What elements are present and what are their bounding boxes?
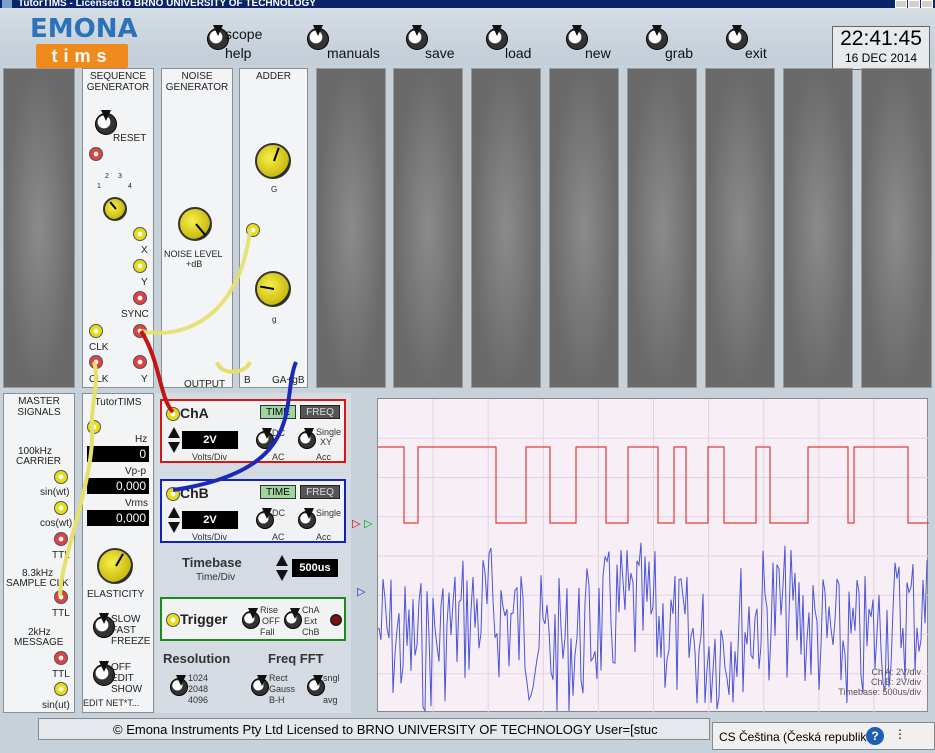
help-icon[interactable]: ?	[866, 727, 884, 745]
options-icon[interactable]: ⋮	[894, 727, 906, 741]
tutortims-window: TutorTIMS - Licensed to BRNO UNIVERSITY …	[0, 0, 935, 753]
patch-cords	[58, 228, 298, 597]
status-bar: © Emona Instruments Pty Ltd Licensed to …	[38, 718, 710, 740]
